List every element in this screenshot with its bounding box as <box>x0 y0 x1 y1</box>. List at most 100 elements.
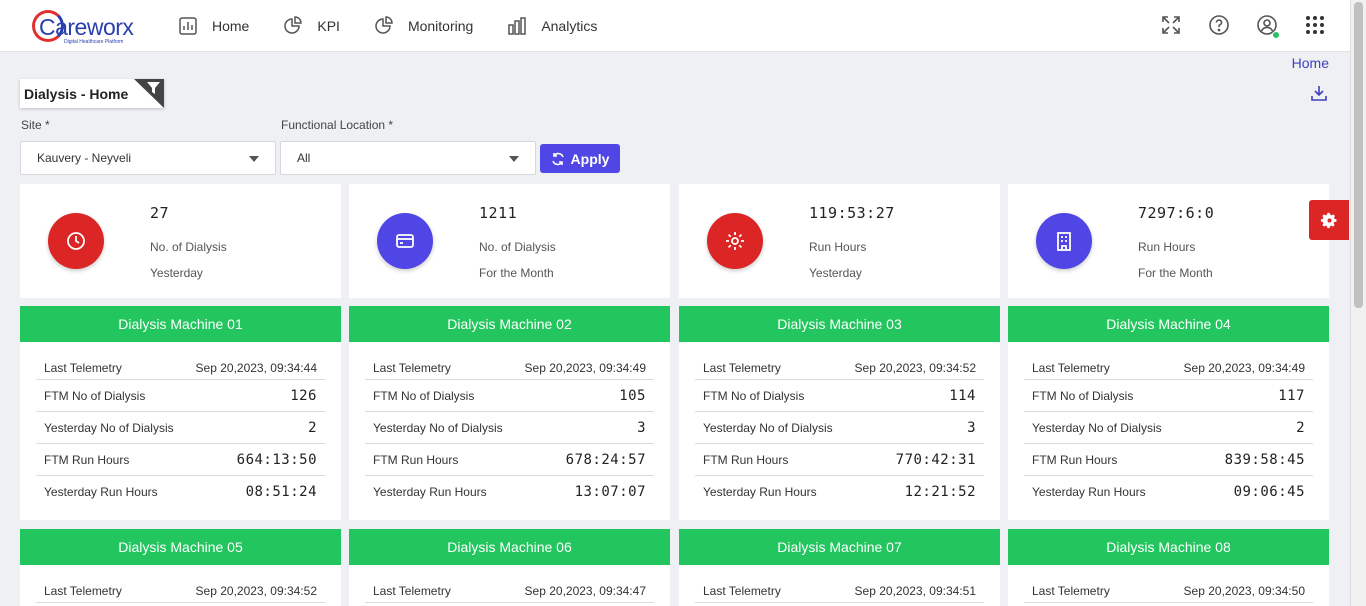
table-row: Yesterday No of Dialysis 2 <box>36 412 325 444</box>
machine-card-rows: Last Telemetry Sep 20,2023, 09:34:52 <box>20 573 341 603</box>
stat-label: No. of Dialysis <box>150 240 227 254</box>
machine-card-rows: Last Telemetry Sep 20,2023, 09:34:47 <box>349 573 670 603</box>
chevron-down-icon <box>249 156 259 162</box>
machine-card-title[interactable]: Dialysis Machine 07 <box>679 529 1000 565</box>
nav-item-home[interactable]: Home <box>178 16 249 36</box>
machine-card-02: Dialysis Machine 02 Last Telemetry Sep 20… <box>349 306 670 520</box>
row-label: Yesterday Run Hours <box>703 485 817 499</box>
ftm-dialysis-value: 114 <box>949 387 976 404</box>
machine-card-rows: Last Telemetry Sep 20,2023, 09:34:52 FTM … <box>679 350 1000 508</box>
apply-button[interactable]: Apply <box>540 144 620 173</box>
stat-label: Run Hours <box>809 240 867 254</box>
yesterday-run-hours-value: 08:51:24 <box>245 484 317 500</box>
stat-icon-circle <box>48 213 104 269</box>
table-row: Last Telemetry Sep 20,2023, 09:34:52 <box>36 573 325 603</box>
filter-icon[interactable] <box>134 79 164 108</box>
nav-item-monitoring[interactable]: Monitoring <box>374 16 473 36</box>
main-nav: Home KPI Monitoring Analytics <box>178 0 631 52</box>
yesterday-run-hours-value: 09:06:45 <box>1233 484 1305 500</box>
functional-location-label: Functional Location * <box>281 118 394 132</box>
stat-card-dialysis-month: 1211 No. of Dialysis For the Month <box>349 184 670 298</box>
table-row: Last Telemetry Sep 20,2023, 09:34:52 <box>695 350 984 380</box>
yesterday-run-hours-value: 12:21:52 <box>904 484 976 500</box>
careworx-logo[interactable]: Careworx Digital Healthcare Platform <box>32 10 134 45</box>
ftm-dialysis-value: 105 <box>619 387 646 404</box>
table-row: Last Telemetry Sep 20,2023, 09:34:44 <box>36 350 325 380</box>
machine-card-07: Dialysis Machine 07 Last Telemetry Sep 20… <box>679 529 1000 606</box>
row-label: Yesterday Run Hours <box>373 485 487 499</box>
functional-location-select[interactable]: All <box>280 141 536 175</box>
user-avatar[interactable] <box>1256 14 1280 39</box>
last-telemetry-value: Sep 20,2023, 09:34:52 <box>854 360 976 375</box>
table-row: FTM No of Dialysis 105 <box>365 380 654 412</box>
machine-card-08: Dialysis Machine 08 Last Telemetry Sep 20… <box>1008 529 1329 606</box>
row-label: FTM No of Dialysis <box>703 388 805 403</box>
top-right-icons <box>1134 14 1326 39</box>
stat-icon-circle <box>707 213 763 269</box>
nav-item-analytics[interactable]: Analytics <box>507 16 597 36</box>
row-label: Yesterday No of Dialysis <box>703 420 833 435</box>
help-icon[interactable] <box>1208 14 1230 36</box>
table-row: Yesterday Run Hours 13:07:07 <box>365 476 654 508</box>
machine-card-05: Dialysis Machine 05 Last Telemetry Sep 20… <box>20 529 341 606</box>
machine-card-rows: Last Telemetry Sep 20,2023, 09:34:50 <box>1008 573 1329 603</box>
machine-card-title[interactable]: Dialysis Machine 04 <box>1008 306 1329 342</box>
row-label: Yesterday Run Hours <box>44 485 158 499</box>
machine-card-title[interactable]: Dialysis Machine 03 <box>679 306 1000 342</box>
nav-item-kpi[interactable]: KPI <box>283 16 340 36</box>
ftm-run-hours-value: 839:58:45 <box>1224 451 1305 468</box>
row-label: FTM Run Hours <box>373 452 459 467</box>
site-select[interactable]: Kauvery - Neyveli <box>20 141 276 175</box>
machine-card-title[interactable]: Dialysis Machine 05 <box>20 529 341 565</box>
page-title-text: Dialysis - Home <box>24 85 129 102</box>
machine-card-title[interactable]: Dialysis Machine 02 <box>349 306 670 342</box>
table-row: FTM Run Hours 664:13:50 <box>36 444 325 476</box>
ftm-run-hours-value: 678:24:57 <box>565 451 646 468</box>
table-row: FTM No of Dialysis 126 <box>36 380 325 412</box>
stat-icon-circle <box>377 213 433 269</box>
yesterday-dialysis-value: 2 <box>1296 419 1305 436</box>
stat-value: 27 <box>150 204 170 222</box>
table-row: FTM Run Hours 678:24:57 <box>365 444 654 476</box>
stat-period: For the Month <box>1138 266 1213 280</box>
row-label: Yesterday No of Dialysis <box>44 420 174 435</box>
row-label: Last Telemetry <box>373 360 451 375</box>
top-bar: Careworx Digital Healthcare Platform Hom… <box>0 0 1350 52</box>
fullscreen-icon[interactable] <box>1160 14 1182 36</box>
last-telemetry-value: Sep 20,2023, 09:34:47 <box>524 583 646 598</box>
nav-label: KPI <box>317 18 340 34</box>
ftm-dialysis-value: 126 <box>290 387 317 404</box>
machine-card-04: Dialysis Machine 04 Last Telemetry Sep 20… <box>1008 306 1329 520</box>
last-telemetry-value: Sep 20,2023, 09:34:44 <box>195 360 317 375</box>
ftm-dialysis-value: 117 <box>1278 387 1305 404</box>
yesterday-dialysis-value: 3 <box>967 419 976 436</box>
apps-grid-icon[interactable] <box>1304 14 1326 36</box>
machine-card-title[interactable]: Dialysis Machine 01 <box>20 306 341 342</box>
settings-side-button[interactable] <box>1309 200 1349 240</box>
site-select-value: Kauvery - Neyveli <box>37 151 132 165</box>
yesterday-run-hours-value: 13:07:07 <box>574 484 646 500</box>
machine-card-title[interactable]: Dialysis Machine 06 <box>349 529 670 565</box>
machine-card-06: Dialysis Machine 06 Last Telemetry Sep 20… <box>349 529 670 606</box>
clock-icon <box>67 232 85 250</box>
stat-value: 7297:6:0 <box>1138 204 1215 222</box>
site-label: Site * <box>21 118 50 132</box>
stat-label: No. of Dialysis <box>479 240 556 254</box>
ftm-run-hours-value: 664:13:50 <box>236 451 317 468</box>
gear-icon <box>726 232 744 250</box>
machine-card-title[interactable]: Dialysis Machine 08 <box>1008 529 1329 565</box>
table-row: Yesterday Run Hours 12:21:52 <box>695 476 984 508</box>
table-row: FTM Run Hours 839:58:45 <box>1024 444 1313 476</box>
stat-period: For the Month <box>479 266 554 280</box>
table-row: FTM No of Dialysis 117 <box>1024 380 1313 412</box>
ftm-run-hours-value: 770:42:31 <box>895 451 976 468</box>
scrollbar-thumb[interactable] <box>1354 2 1363 308</box>
bar-chart-icon <box>508 17 527 35</box>
table-row: Last Telemetry Sep 20,2023, 09:34:50 <box>1024 573 1313 603</box>
download-icon[interactable] <box>1310 84 1328 102</box>
breadcrumb[interactable]: Home <box>1292 55 1329 71</box>
yesterday-dialysis-value: 2 <box>308 419 317 436</box>
row-label: FTM No of Dialysis <box>44 388 146 403</box>
row-label: Last Telemetry <box>1032 583 1110 598</box>
page-scrollbar[interactable] <box>1350 0 1366 606</box>
